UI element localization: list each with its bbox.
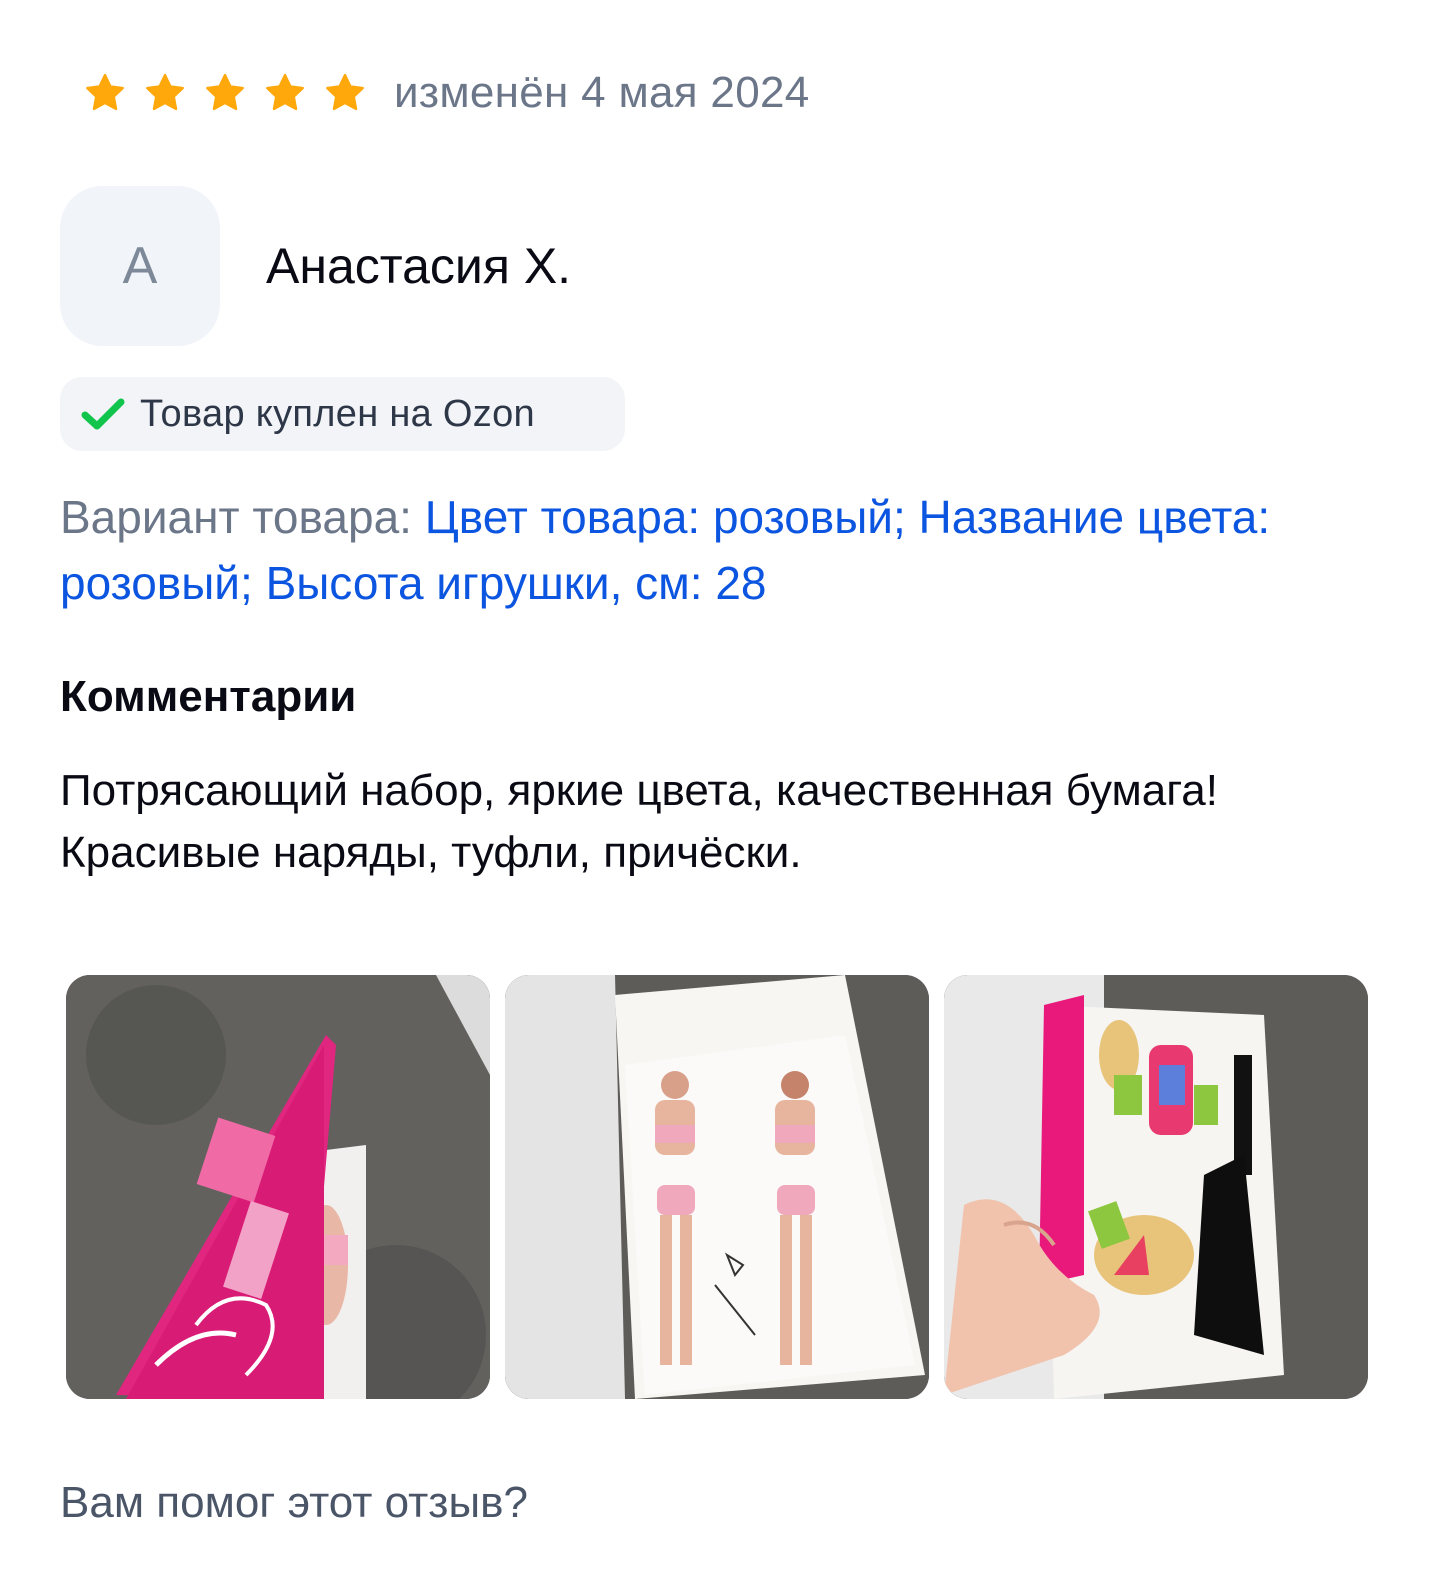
star-icon: [84, 72, 126, 114]
check-icon: [81, 398, 125, 430]
star-icon: [204, 72, 246, 114]
review-date: изменён 4 мая 2024: [394, 68, 810, 117]
avatar[interactable]: А: [60, 186, 220, 346]
review-photo[interactable]: [66, 975, 490, 1399]
rating-row: изменён 4 мая 2024: [84, 68, 810, 118]
purchase-badge-label: Товар куплен на Ozon: [140, 392, 535, 435]
author-row[interactable]: А Анастасия Х.: [60, 186, 571, 346]
star-icon: [324, 72, 366, 114]
author-name[interactable]: Анастасия Х.: [266, 237, 571, 295]
variant-label: Вариант товара:: [60, 491, 425, 543]
product-variant: Вариант товара: Цвет товара: розовый; На…: [60, 484, 1360, 616]
purchase-badge: Товар куплен на Ozon: [60, 377, 625, 451]
review-photo[interactable]: [505, 975, 929, 1399]
star-icon: [144, 72, 186, 114]
comment-text: Потрясающий набор, яркие цвета, качестве…: [60, 766, 1218, 877]
comments-heading: Комментарии: [60, 672, 357, 721]
helpful-question: Вам помог этот отзыв?: [60, 1478, 528, 1527]
review-card: изменён 4 мая 2024 А Анастасия Х. Товар …: [0, 0, 1440, 1573]
star-rating: [84, 72, 366, 114]
star-icon: [264, 72, 306, 114]
review-photo[interactable]: [944, 975, 1368, 1399]
photo-gallery: [66, 975, 1368, 1399]
